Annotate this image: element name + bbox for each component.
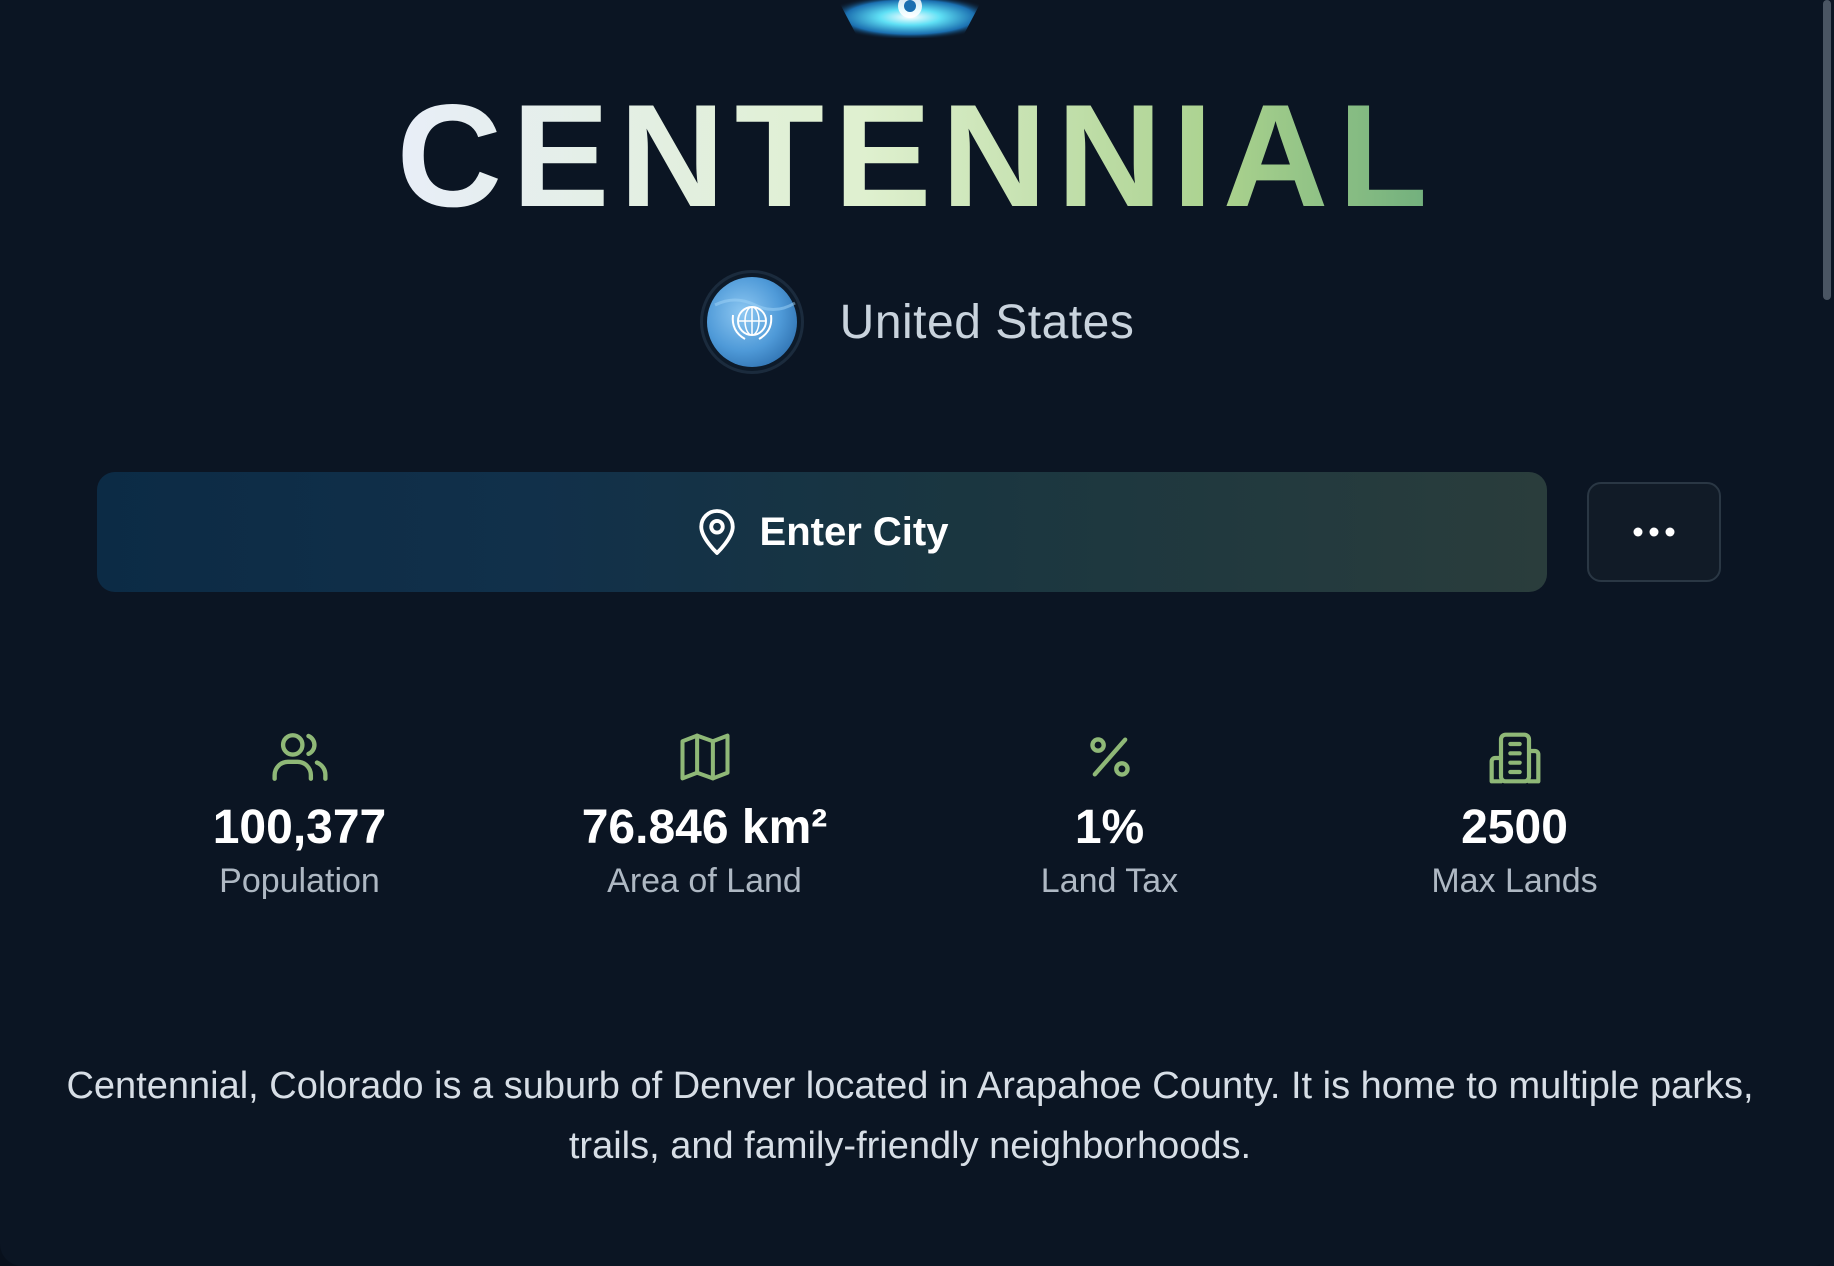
scrollbar-thumb[interactable] [1823, 0, 1831, 300]
map-pin-icon [698, 509, 735, 555]
city-emblem-icon [838, 0, 982, 38]
stat-land-tax: 1% Land Tax [907, 730, 1312, 920]
more-options-button[interactable] [1587, 482, 1721, 582]
country-row: United States [0, 266, 1834, 378]
map-icon [679, 733, 730, 781]
stat-value: 100,377 [212, 801, 387, 854]
scrollbar[interactable] [1820, 0, 1834, 1266]
stat-value: 76.846 km² [581, 801, 828, 854]
enter-city-button[interactable]: Enter City [97, 472, 1547, 592]
stat-value: 1% [1074, 801, 1145, 854]
city-page: CENTENNIAL United States Enter City 100,… [0, 0, 1834, 1266]
stat-label: Population [219, 862, 380, 900]
stat-population: 100,377 Population [97, 730, 502, 920]
stat-max-lands: 2500 Max Lands [1312, 730, 1717, 920]
stat-value: 2500 [1461, 801, 1568, 854]
city-stats: 100,377 Population 76.846 km² Area of La… [97, 730, 1717, 920]
enter-city-label: Enter City [759, 509, 949, 554]
users-icon [271, 733, 328, 781]
un-flag-icon [699, 270, 804, 374]
percent-icon [1089, 737, 1130, 777]
stat-label: Land Tax [1040, 862, 1179, 900]
building-icon [1489, 732, 1540, 784]
more-horizontal-icon [1633, 527, 1675, 537]
country-name: United States [839, 295, 1135, 349]
stat-area: 76.846 km² Area of Land [502, 730, 907, 920]
city-card: CENTENNIAL United States Enter City 100,… [0, 0, 1834, 1266]
city-title: CENTENNIAL [0, 88, 1834, 238]
city-description: Centennial, Colorado is a suburb of Denv… [66, 1065, 1754, 1167]
stat-label: Max Lands [1431, 862, 1598, 900]
city-title-text: CENTENNIAL [397, 88, 1438, 218]
stat-label: Area of Land [607, 862, 802, 900]
